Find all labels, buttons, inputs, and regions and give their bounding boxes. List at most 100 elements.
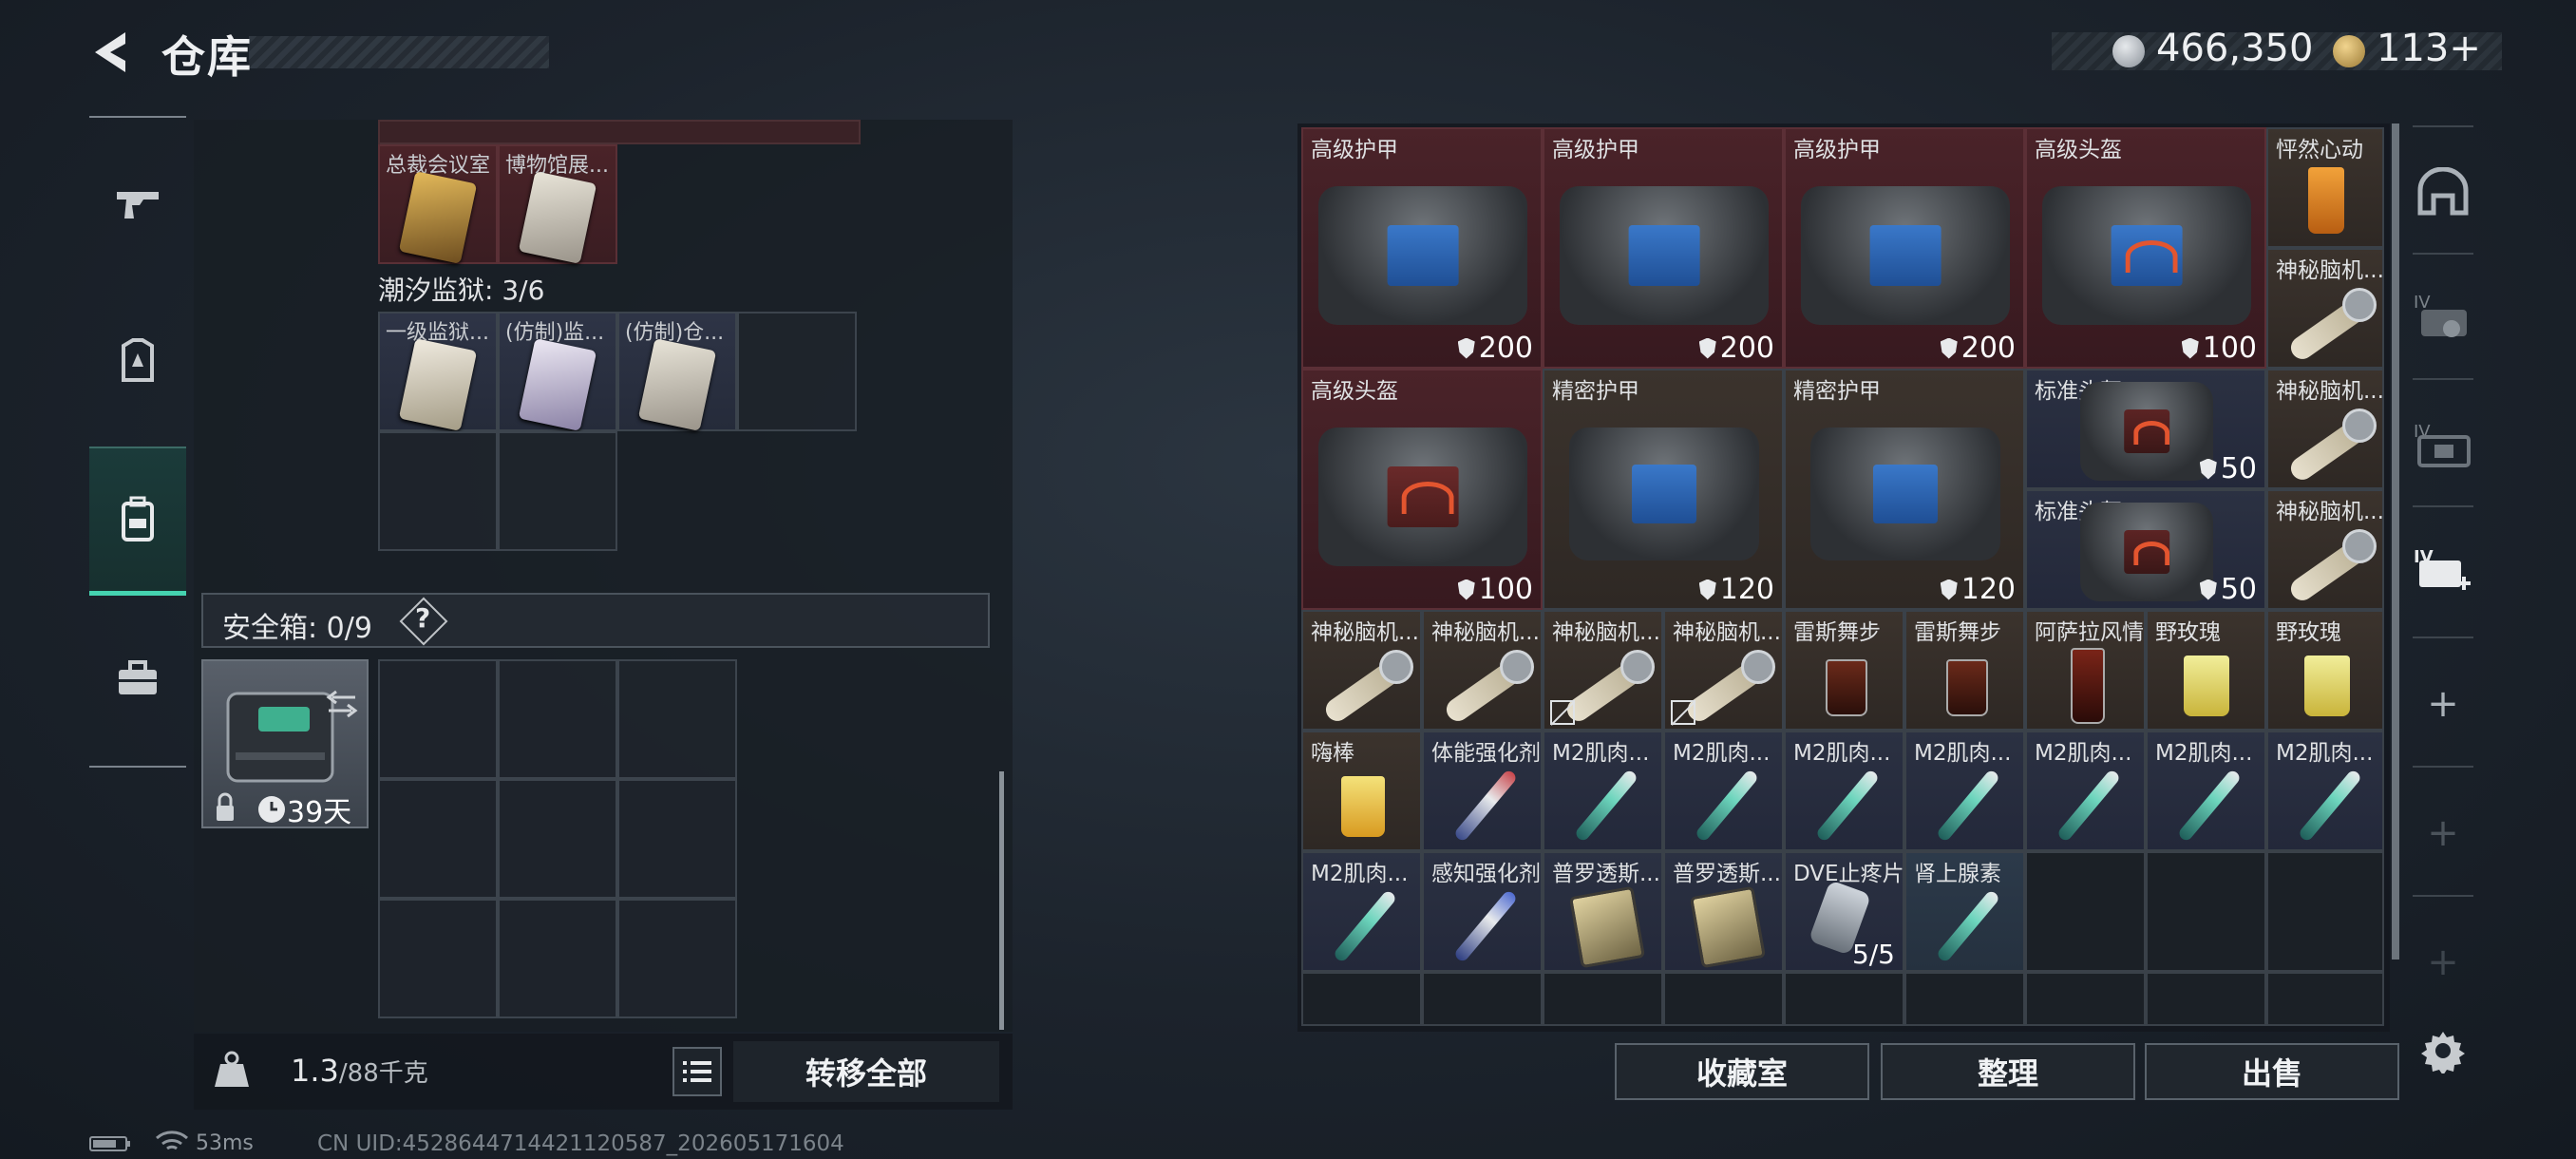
wifi-icon (156, 1130, 188, 1150)
empty-slot[interactable] (378, 779, 498, 899)
item-label: M2肌肉... (1793, 741, 1891, 766)
storage-item[interactable]: 野玫瑰 (2146, 610, 2266, 731)
storage-item[interactable]: 普罗透斯... (1663, 851, 1784, 972)
settings-button[interactable] (2411, 1022, 2475, 1079)
armor-icon (122, 338, 154, 382)
storage-item[interactable]: 高级头盔 100 (1301, 369, 1543, 610)
storage-tab-extension-1[interactable]: IV (2411, 285, 2475, 346)
empty-slot[interactable] (1301, 972, 1422, 1026)
storage-item[interactable]: 体能强化剂 (1422, 731, 1543, 851)
syringe-icon (1332, 889, 1398, 963)
storage-item[interactable]: 神秘脑机... (2266, 248, 2384, 369)
transfer-all-button[interactable]: 转移全部 (733, 1041, 999, 1102)
empty-slot[interactable] (617, 899, 737, 1018)
empty-slot[interactable] (1422, 972, 1543, 1026)
storage-item[interactable]: 高级护甲 200 (1301, 127, 1543, 369)
gold-coin-value[interactable]: 113+ (2377, 27, 2481, 70)
back-arrow-icon[interactable] (87, 28, 135, 76)
empty-slot[interactable] (1784, 972, 1904, 1026)
storage-item[interactable]: M2肌肉... (1784, 731, 1904, 851)
add-storage-slot-3[interactable]: + (2411, 939, 2475, 986)
storage-item[interactable]: 怦然心动 (2266, 127, 2384, 248)
storage-item[interactable]: 神秘脑机... (2266, 369, 2384, 489)
empty-slot[interactable] (378, 659, 498, 779)
weight-icon (215, 1051, 249, 1087)
storage-item[interactable]: 感知强化剂 (1422, 851, 1543, 972)
nav-toolbox[interactable] (89, 627, 186, 730)
storage-item[interactable]: M2肌肉... (2266, 731, 2384, 851)
extension-case-icon: IV (2414, 293, 2467, 337)
storage-item[interactable]: M2肌肉... (2146, 731, 2266, 851)
sort-button[interactable]: 整理 (1881, 1043, 2135, 1100)
storage-item[interactable]: 肾上腺素 (1904, 851, 2025, 972)
storage-item[interactable]: 阿萨拉风情 (2025, 610, 2146, 731)
empty-slot[interactable] (1663, 972, 1784, 1026)
empty-slot[interactable] (498, 899, 617, 1018)
inventory-item-card[interactable]: 总裁会议室 (378, 144, 498, 264)
empty-slot[interactable] (2266, 851, 2384, 972)
storage-item[interactable]: 高级护甲 200 (1543, 127, 1784, 369)
inventory-item-card[interactable]: 博物馆展... (498, 144, 617, 264)
left-scrollbar[interactable] (999, 771, 1004, 1030)
item-label: DVE止疼片 (1793, 862, 1904, 886)
inventory-item-card[interactable]: (仿制)监... (498, 312, 617, 431)
add-storage-slot-1[interactable]: + (2411, 680, 2475, 728)
empty-slot[interactable] (378, 899, 498, 1018)
armor-icon (1569, 428, 1759, 560)
list-icon (683, 1061, 711, 1082)
empty-slot[interactable] (617, 659, 737, 779)
empty-slot[interactable] (498, 779, 617, 899)
empty-slot[interactable] (2146, 972, 2266, 1026)
empty-slot[interactable] (498, 431, 617, 551)
inventory-item-card[interactable]: 一级监狱... (378, 312, 498, 431)
storage-item[interactable]: 神秘脑机... (1543, 610, 1663, 731)
storage-tab-main[interactable] (2411, 162, 2475, 222)
item-label: 神秘脑机... (1431, 620, 1540, 645)
nav-backpack[interactable] (89, 446, 186, 596)
sell-button[interactable]: 出售 (2145, 1043, 2399, 1100)
storage-item[interactable]: 精密护甲 120 (1543, 369, 1784, 610)
inventory-item-card[interactable]: (仿制)仓... (617, 312, 737, 431)
storage-item[interactable]: 雷斯舞步 (1784, 610, 1904, 731)
storage-item[interactable]: M2肌肉... (1543, 731, 1663, 851)
empty-slot[interactable] (2025, 851, 2146, 972)
add-storage-slot-2[interactable]: + (2411, 809, 2475, 857)
storage-tab-extension-2[interactable]: IV (2411, 414, 2475, 475)
empty-slot[interactable] (1904, 972, 2025, 1026)
right-scrollbar[interactable] (2392, 124, 2399, 960)
storage-item[interactable]: M2肌肉... (1663, 731, 1784, 851)
list-view-button[interactable] (672, 1047, 722, 1096)
storage-item[interactable]: M2肌肉... (1301, 851, 1422, 972)
empty-slot[interactable] (617, 779, 737, 899)
empty-slot[interactable] (737, 312, 857, 431)
storage-item[interactable]: 神秘脑机... (1422, 610, 1543, 731)
storage-item[interactable]: 野玫瑰 (2266, 610, 2384, 731)
item-label: 体能强化剂 (1431, 741, 1541, 766)
storage-item[interactable]: 高级头盔 100 (2025, 127, 2266, 369)
collection-room-button[interactable]: 收藏室 (1615, 1043, 1869, 1100)
empty-slot[interactable] (498, 659, 617, 779)
storage-item[interactable]: 嗨棒 (1301, 731, 1422, 851)
storage-item[interactable]: M2肌肉... (1904, 731, 2025, 851)
storage-item[interactable]: 普罗透斯... (1543, 851, 1663, 972)
storage-item[interactable]: DVE止疼片 5/5 (1784, 851, 1904, 972)
item-label: 神秘脑机... (2276, 258, 2384, 283)
storage-item[interactable]: 标准头盔 50 (2025, 369, 2266, 489)
storage-item[interactable]: 雷斯舞步 (1904, 610, 2025, 731)
empty-slot[interactable] (1543, 972, 1663, 1026)
item-label: 高级头盔 (1311, 379, 1398, 404)
storage-item[interactable]: 精密护甲 120 (1784, 369, 2025, 610)
storage-item[interactable]: 神秘脑机... (1663, 610, 1784, 731)
storage-tab-extension-3[interactable]: IV (2411, 542, 2475, 602)
storage-item[interactable]: 高级护甲 200 (1784, 127, 2025, 369)
storage-item[interactable]: 标准头盔 50 (2025, 489, 2266, 610)
empty-slot[interactable] (2266, 972, 2384, 1026)
empty-slot[interactable] (2146, 851, 2266, 972)
storage-item[interactable]: 神秘脑机... (2266, 489, 2384, 610)
empty-slot[interactable] (378, 431, 498, 551)
nav-armor[interactable] (89, 310, 186, 412)
storage-item[interactable]: M2肌肉... (2025, 731, 2146, 851)
nav-weapons[interactable] (89, 152, 186, 255)
empty-slot[interactable] (2025, 972, 2146, 1026)
storage-item[interactable]: 神秘脑机... (1301, 610, 1422, 731)
